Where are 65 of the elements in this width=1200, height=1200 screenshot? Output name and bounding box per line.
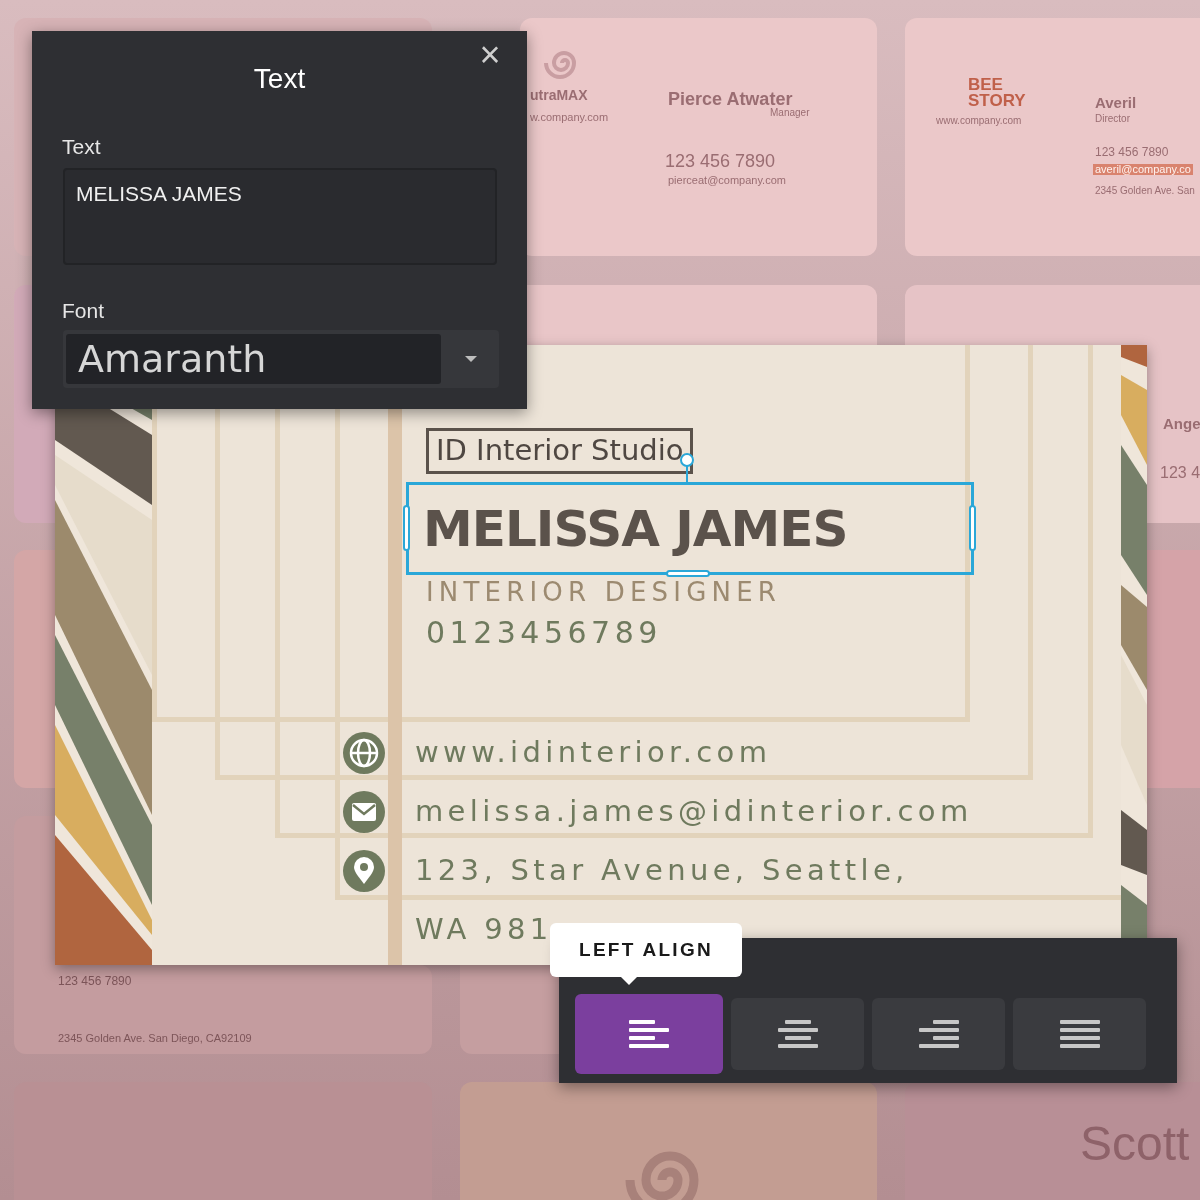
- template-card[interactable]: [14, 965, 432, 1054]
- template-card[interactable]: [14, 31, 32, 256]
- tooltip-pointer-icon: [620, 976, 638, 985]
- template-text: Ange: [1163, 416, 1200, 431]
- close-button[interactable]: ×: [474, 37, 506, 73]
- globe-icon: [343, 732, 385, 774]
- template-card[interactable]: [14, 18, 432, 31]
- phone-number: 0123456789: [426, 615, 662, 651]
- template-card[interactable]: [14, 816, 55, 965]
- template-text: 2345 Golden Ave. San: [1095, 186, 1195, 196]
- envelope-icon: [343, 791, 385, 833]
- template-card[interactable]: [460, 965, 559, 1054]
- template-text: Averil: [1095, 95, 1137, 110]
- template-text: averil@company.co: [1093, 164, 1193, 175]
- template-text: Manager: [770, 108, 810, 118]
- template-text: 123 456 7890: [1095, 146, 1169, 158]
- company-name: ID Interior Studio: [426, 428, 694, 474]
- align-center-icon: [777, 1020, 818, 1048]
- font-name: Amaranth: [78, 340, 267, 378]
- tooltip: LEFT ALIGN: [550, 923, 742, 977]
- panel-title: Text: [252, 62, 307, 96]
- template-card[interactable]: [1147, 550, 1200, 788]
- template-text: 2345 Golden Ave. San Diego, CA92109: [58, 1033, 252, 1044]
- template-card[interactable]: [905, 18, 1200, 256]
- font-label: Font: [62, 298, 105, 324]
- font-dropdown[interactable]: Amaranth: [63, 330, 499, 388]
- template-text: utraMAX: [530, 88, 588, 102]
- template-text: BEE: [968, 76, 1003, 93]
- template-text: w.company.com: [530, 112, 609, 123]
- template-card[interactable]: [14, 409, 55, 523]
- template-card[interactable]: [520, 18, 877, 256]
- resize-handle[interactable]: [666, 570, 710, 577]
- align-left-icon: [629, 1020, 669, 1048]
- template-card[interactable]: [905, 285, 1200, 345]
- align-right-button[interactable]: [872, 998, 1005, 1070]
- template-text: 123 456 7890: [665, 152, 776, 170]
- contact-text: melissa.james@idinterior.com: [415, 793, 973, 829]
- template-text: 123 456 7890: [58, 975, 132, 987]
- contact-text: www.idinterior.com: [415, 734, 772, 770]
- address-text: WA 981: [415, 911, 553, 947]
- template-card[interactable]: [14, 285, 32, 409]
- align-justify-icon: [1059, 1020, 1100, 1048]
- caret-icon: [465, 356, 477, 362]
- template-text: Pierce Atwater: [668, 90, 793, 108]
- rotate-handle[interactable]: [680, 453, 694, 467]
- text-input-field[interactable]: MELISSA JAMES: [63, 168, 497, 265]
- job-title: INTERIOR DESIGNER: [426, 579, 782, 605]
- template-text: Director: [1095, 114, 1130, 124]
- person-name: MELISSA JAMES: [423, 498, 848, 559]
- align-left-button[interactable]: [575, 994, 723, 1074]
- resize-handle[interactable]: [969, 505, 976, 551]
- template-text: 123 4: [1160, 465, 1200, 481]
- template-card[interactable]: [14, 550, 55, 788]
- align-center-button[interactable]: [731, 998, 864, 1070]
- template-card[interactable]: [527, 285, 877, 345]
- align-justify-button[interactable]: [1013, 998, 1146, 1070]
- template-text: www.company.com: [936, 116, 1022, 126]
- align-right-icon: [918, 1020, 959, 1048]
- resize-handle[interactable]: [403, 505, 410, 551]
- template-text: pierceat@company.com: [668, 175, 786, 186]
- template-card[interactable]: [1147, 345, 1200, 523]
- contact-text: 123, Star Avenue, Seattle,: [415, 852, 909, 888]
- text-label: Text: [62, 134, 101, 160]
- map-pin-icon: [343, 850, 385, 892]
- template-text: STORY: [968, 92, 1026, 109]
